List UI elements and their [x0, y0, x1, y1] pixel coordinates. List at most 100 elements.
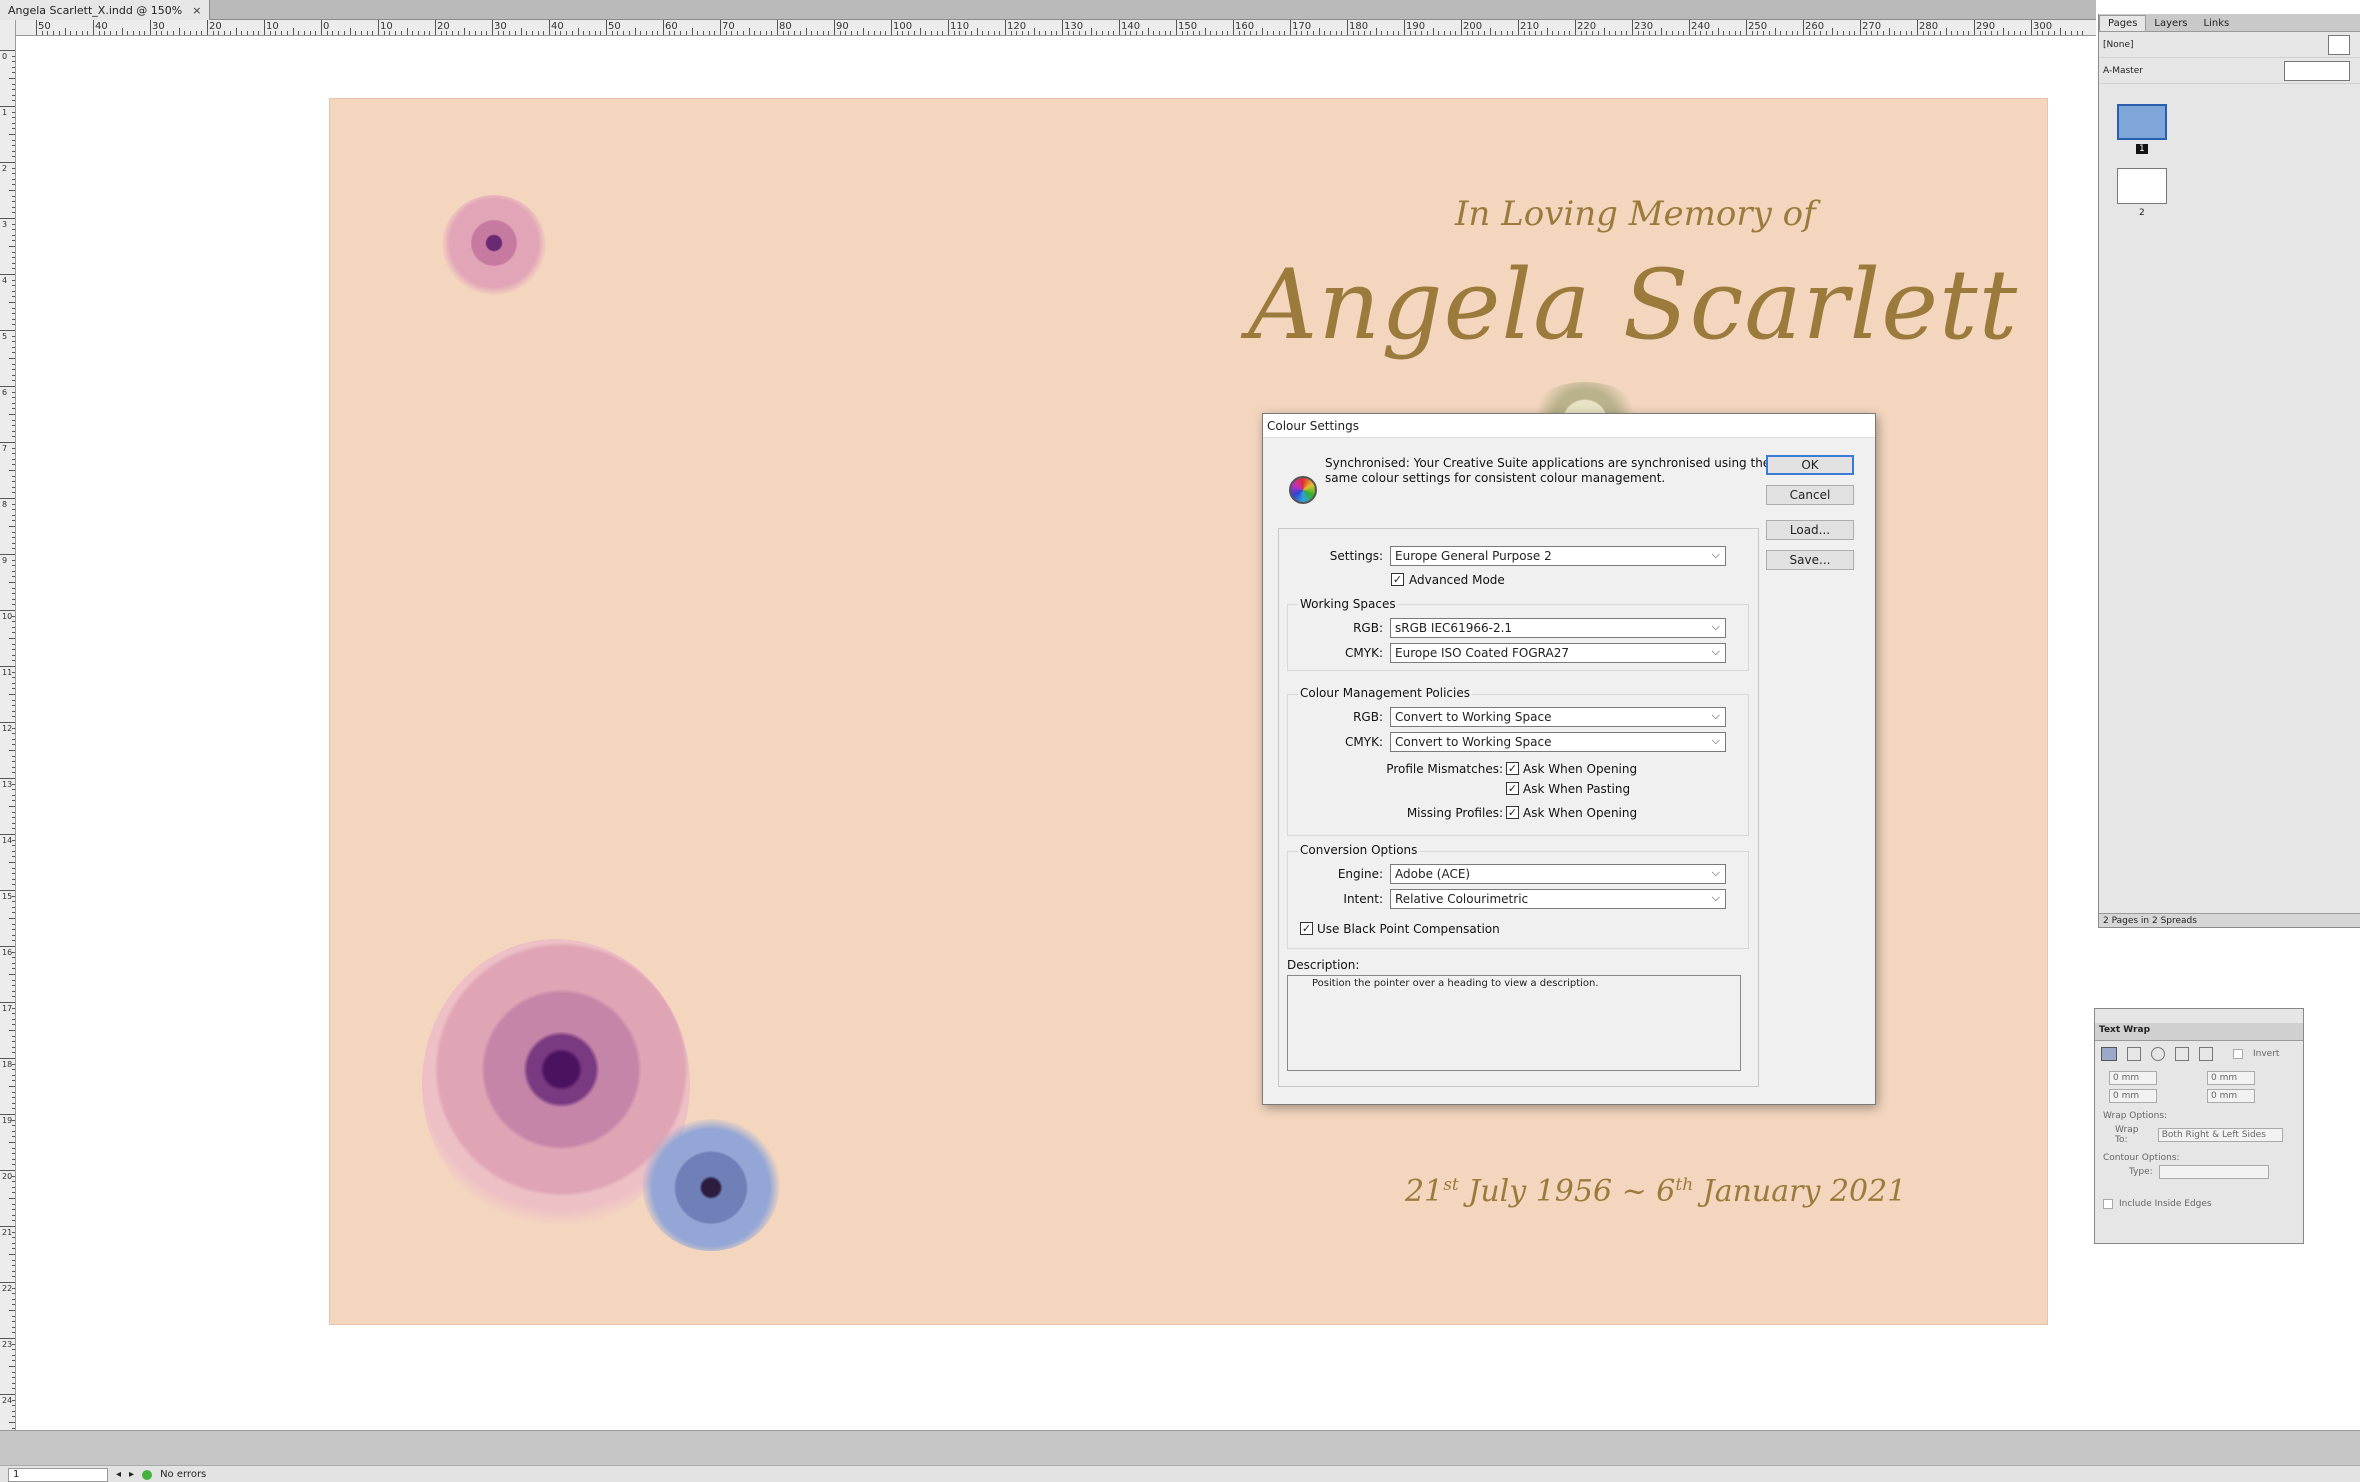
prev-page-icon[interactable]: ◂ — [116, 1469, 121, 1480]
ruler-minor-tick — [1267, 31, 1269, 35]
invert-checkbox[interactable] — [2233, 1049, 2243, 1059]
name-heading[interactable]: Angela Scarlett — [1248, 249, 2018, 361]
close-icon[interactable]: × — [192, 4, 201, 17]
small-pink-flower[interactable] — [442, 195, 546, 295]
ruler-minor-tick — [862, 28, 864, 35]
ruler-minor-tick — [896, 31, 898, 35]
ruler-minor-tick — [12, 481, 15, 483]
jump-next-column-icon[interactable] — [2199, 1047, 2213, 1061]
ruler-minor-tick — [12, 167, 15, 169]
contour-type-select[interactable] — [2158, 1165, 2269, 1179]
right-offset-field[interactable]: 0 mm — [2207, 1089, 2255, 1103]
tab-pages[interactable]: Pages — [2099, 15, 2147, 31]
ruler-minor-tick — [1272, 31, 1274, 35]
ruler-tick — [1860, 20, 1861, 35]
policy-rgb-select[interactable]: Convert to Working Space ⌵ — [1390, 707, 1726, 727]
dialog-title[interactable]: Colour Settings — [1263, 414, 1875, 438]
bottom-offset-field[interactable]: 0 mm — [2109, 1089, 2157, 1103]
ruler-minor-tick — [2025, 31, 2027, 35]
save-button[interactable]: Save... — [1766, 550, 1854, 570]
load-button[interactable]: Load... — [1766, 520, 1854, 540]
ruler-minor-tick — [1090, 28, 1092, 35]
ok-button[interactable]: OK — [1766, 455, 1854, 475]
no-wrap-icon[interactable] — [2101, 1047, 2117, 1061]
ruler-minor-tick — [12, 789, 15, 791]
ruler-minor-tick — [12, 593, 15, 595]
ruler-minor-tick — [12, 150, 15, 152]
description-box: Position the pointer over a heading to v… — [1287, 975, 1741, 1071]
ruler-minor-tick — [839, 31, 841, 35]
ruler-label: 20 — [209, 21, 222, 32]
policy-cmyk-select[interactable]: Convert to Working Space ⌵ — [1390, 732, 1726, 752]
bounding-box-wrap-icon[interactable] — [2127, 1047, 2141, 1061]
memory-heading[interactable]: In Loving Memory of — [1455, 194, 1816, 234]
mismatch-ask-opening-checkbox[interactable]: ✓ — [1506, 762, 1519, 775]
ruler-minor-tick — [1136, 31, 1138, 35]
ruler-minor-tick — [1614, 31, 1616, 35]
working-spaces-heading: Working Spaces — [1298, 597, 1398, 611]
text-wrap-title[interactable]: Text Wrap — [2095, 1023, 2303, 1041]
ruler-minor-tick — [873, 31, 875, 35]
missing-ask-opening-checkbox[interactable]: ✓ — [1506, 806, 1519, 819]
ruler-minor-tick — [127, 31, 129, 35]
cancel-button[interactable]: Cancel — [1766, 485, 1854, 505]
ruler-tick — [321, 20, 322, 35]
engine-select[interactable]: Adobe (ACE) ⌵ — [1390, 864, 1726, 884]
document-tab[interactable]: Angela Scarlett_X.indd @ 150% × — [0, 0, 211, 20]
intent-select[interactable]: Relative Colourimetric ⌵ — [1390, 889, 1726, 909]
horizontal-ruler[interactable]: 50 40 30 20 10 0 10 20 30 40 50 60 70 80 90 100 110 120 13… — [16, 20, 2096, 36]
page-thumbnail-2[interactable] — [2117, 168, 2167, 204]
wrap-to-select[interactable]: Both Right & Left Sides — [2157, 1128, 2283, 1142]
ruler-minor-tick — [47, 31, 49, 35]
page-thumbnail-1[interactable] — [2117, 104, 2167, 140]
chevron-down-icon: ⌵ — [1711, 620, 1720, 633]
ruler-label: 3 — [2, 220, 8, 229]
advanced-mode-label: Advanced Mode — [1409, 573, 1505, 587]
ruler-minor-tick — [942, 31, 944, 35]
preflight-status[interactable]: No errors — [160, 1469, 206, 1480]
vertical-ruler[interactable]: 0 1 2 3 4 5 6 7 8 9 10 11 12 13 14 15 16 17 18 19 20 21 22 23 24… — [0, 20, 16, 1430]
ruler-minor-tick — [12, 677, 15, 679]
ws-cmyk-select[interactable]: Europe ISO Coated FOGRA27 ⌵ — [1390, 643, 1726, 663]
master-a-row[interactable]: A-Master — [2099, 58, 2360, 84]
left-offset-field[interactable]: 0 mm — [2207, 1071, 2255, 1085]
blue-flower[interactable] — [642, 1119, 780, 1251]
ws-rgb-select[interactable]: sRGB IEC61966-2.1 ⌵ — [1390, 618, 1726, 638]
dates-line[interactable]: 21st July 1956 ~ 6th January 2021 — [1405, 1174, 1906, 1209]
ruler-minor-tick — [1324, 31, 1326, 35]
status-bar: 1 ◂ ▸ No errors — [0, 1430, 2360, 1482]
ruler-tick — [0, 1058, 15, 1059]
ruler-minor-tick — [908, 31, 910, 35]
settings-select[interactable]: Europe General Purpose 2 ⌵ — [1390, 546, 1726, 566]
ruler-minor-tick — [1979, 31, 1981, 35]
ruler-minor-tick — [12, 1192, 15, 1194]
ruler-tick — [1461, 20, 1462, 35]
ruler-minor-tick — [2053, 31, 2055, 35]
ruler-minor-tick — [12, 934, 15, 936]
ruler-minor-tick — [406, 28, 408, 35]
tab-layers[interactable]: Layers — [2146, 16, 2195, 31]
ruler-minor-tick — [1198, 31, 1200, 35]
ruler-tick — [207, 20, 208, 35]
mismatch-ask-pasting-checkbox[interactable]: ✓ — [1506, 782, 1519, 795]
ruler-minor-tick — [12, 1371, 15, 1373]
black-point-checkbox[interactable]: ✓ — [1300, 922, 1313, 935]
ruler-minor-tick — [1928, 31, 1930, 35]
advanced-mode-checkbox[interactable]: ✓ — [1391, 573, 1404, 586]
ruler-minor-tick — [1398, 31, 1400, 35]
include-inside-edges-checkbox[interactable] — [2103, 1199, 2113, 1209]
ruler-minor-tick — [1352, 31, 1354, 35]
top-offset-field[interactable]: 0 mm — [2109, 1071, 2157, 1085]
master-none-row[interactable]: [None] — [2099, 32, 2360, 58]
tab-links[interactable]: Links — [2196, 16, 2238, 31]
next-page-icon[interactable]: ▸ — [129, 1469, 134, 1480]
page-number-field[interactable]: 1 — [8, 1467, 108, 1482]
ruler-tick — [0, 1282, 15, 1283]
object-shape-wrap-icon[interactable] — [2151, 1047, 2165, 1061]
jump-object-wrap-icon[interactable] — [2175, 1047, 2189, 1061]
ruler-label: 13 — [2, 780, 13, 789]
ruler-minor-tick — [1871, 31, 1873, 35]
ruler-tick — [0, 50, 15, 51]
ruler-minor-tick — [1096, 31, 1098, 35]
engine-label: Engine: — [1337, 867, 1383, 881]
